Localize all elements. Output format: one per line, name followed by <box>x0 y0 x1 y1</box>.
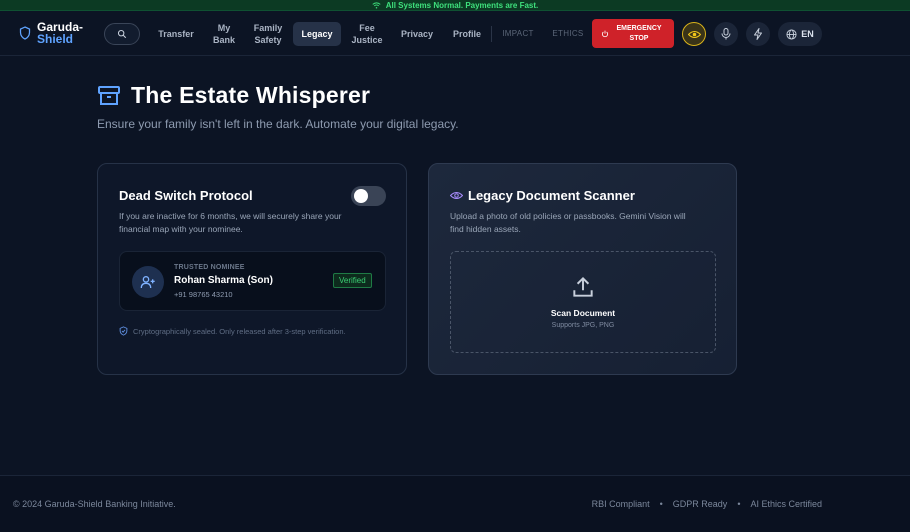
brand-name-line2: Shield <box>37 32 74 46</box>
nav-ethics[interactable]: ETHICS <box>546 22 590 46</box>
footer-links: RBI Compliant • GDPR Ready • AI Ethics C… <box>592 499 822 509</box>
language-label: EN <box>801 29 814 39</box>
nav-privacy[interactable]: Privacy <box>395 22 439 46</box>
toggle-knob <box>354 189 368 203</box>
page-subtitle: Ensure your family isn't left in the dar… <box>97 117 459 131</box>
microphone-icon <box>721 28 731 40</box>
footer-copyright: © 2024 Garuda-Shield Banking Initiative. <box>13 499 176 509</box>
nav-divider <box>491 26 492 42</box>
emergency-stop-label: EMERGENCY STOP <box>616 24 662 42</box>
footer-separator: • <box>737 499 741 509</box>
system-status-text: All Systems Normal. Payments are Fast. <box>385 0 539 10</box>
footer-link-gdpr[interactable]: GDPR Ready <box>673 499 728 509</box>
lightning-icon <box>753 28 763 40</box>
scanner-description: Upload a photo of old policies or passbo… <box>450 211 686 234</box>
vision-mode-button[interactable] <box>682 22 706 46</box>
page-title: The Estate Whisperer <box>131 82 371 108</box>
dead-switch-card: Dead Switch Protocol If you are inactive… <box>97 163 407 375</box>
eye-icon <box>687 30 701 39</box>
scanner-title: Legacy Document Scanner <box>468 188 635 203</box>
nav-profile[interactable]: Profile <box>446 22 488 46</box>
footer-link-rbi[interactable]: RBI Compliant <box>592 499 650 509</box>
nav-legacy[interactable]: Legacy <box>293 22 341 46</box>
dropzone-subtitle: Supports JPG, PNG <box>551 322 615 329</box>
nominee-card[interactable]: TRUSTED NOMINEE Rohan Sharma (Son) +91 9… <box>119 251 386 311</box>
nominee-name: Rohan Sharma (Son) <box>174 275 273 286</box>
search-button[interactable] <box>104 23 140 45</box>
top-navbar: Garuda- Shield Transfer My Bank Family S… <box>0 12 910 56</box>
wifi-icon <box>372 1 381 9</box>
quick-action-button[interactable] <box>746 22 770 46</box>
emergency-stop-button[interactable]: EMERGENCY STOP <box>592 19 674 48</box>
upload-icon <box>570 274 596 300</box>
nominee-phone: +91 98765 43210 <box>174 290 233 299</box>
page-footer: © 2024 Garuda-Shield Banking Initiative.… <box>0 475 910 532</box>
page-header: The Estate Whisperer <box>97 82 370 109</box>
nominee-label: TRUSTED NOMINEE <box>174 264 245 271</box>
nav-fee-justice[interactable]: Fee Justice <box>347 22 387 46</box>
document-scanner-card: Legacy Document Scanner Upload a photo o… <box>428 163 737 375</box>
archive-icon <box>97 84 121 108</box>
footer-separator: • <box>659 499 663 509</box>
user-plus-icon <box>140 274 156 290</box>
footer-link-ai-ethics[interactable]: AI Ethics Certified <box>750 499 822 509</box>
microphone-button[interactable] <box>714 22 738 46</box>
verified-badge: Verified <box>333 273 372 288</box>
dead-switch-description: If you are inactive for 6 months, we wil… <box>119 211 342 234</box>
dead-switch-title: Dead Switch Protocol <box>119 188 253 203</box>
brand-logo[interactable]: Garuda- Shield <box>19 21 83 45</box>
eye-icon <box>450 191 463 200</box>
seal-note: Cryptographically sealed. Only released … <box>119 326 346 336</box>
shield-icon <box>19 26 31 40</box>
nav-impact[interactable]: IMPACT <box>496 22 540 46</box>
nav-transfer[interactable]: Transfer <box>152 22 200 46</box>
nav-family-safety[interactable]: Family Safety <box>248 22 288 46</box>
dropzone-title: Scan Document <box>550 308 616 318</box>
system-status-bar: All Systems Normal. Payments are Fast. <box>0 0 910 11</box>
seal-note-text: Cryptographically sealed. Only released … <box>133 326 346 336</box>
search-icon <box>117 29 127 39</box>
shield-check-icon <box>119 326 128 336</box>
power-icon <box>601 30 609 38</box>
language-selector[interactable]: EN <box>778 22 822 46</box>
nav-my-bank[interactable]: My Bank <box>208 22 240 46</box>
scanner-title-row: Legacy Document Scanner <box>450 188 635 203</box>
globe-icon <box>786 28 797 40</box>
dead-switch-toggle[interactable] <box>351 186 386 206</box>
scan-document-dropzone[interactable]: Scan Document Supports JPG, PNG <box>450 251 716 353</box>
avatar <box>132 266 164 298</box>
